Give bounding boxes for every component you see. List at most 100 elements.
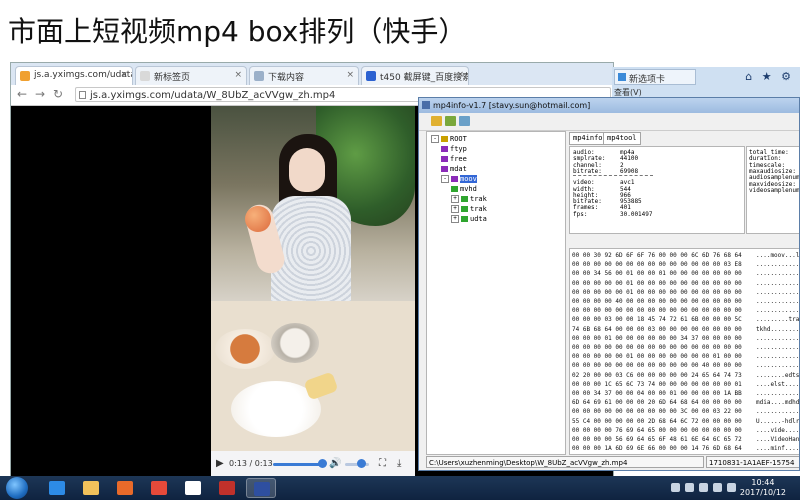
- tree-node-label: mvhd: [460, 185, 477, 193]
- hex-row: 74 6B 68 64 00 00 00 03 00 00 00 00 00 0…: [572, 325, 742, 333]
- expand-icon[interactable]: +: [451, 215, 459, 223]
- open-folder-icon[interactable]: [431, 116, 442, 126]
- box-icon: [451, 176, 458, 182]
- baidu-icon: [366, 71, 376, 81]
- tree-node[interactable]: free: [441, 155, 467, 163]
- volume-icon[interactable]: 🔊: [329, 458, 341, 469]
- close-icon[interactable]: ×: [234, 70, 242, 80]
- reload-icon[interactable]: ↻: [51, 87, 65, 101]
- video-player[interactable]: ▶ 0:13 / 0:13 🔊 ⛶ ⤓: [211, 106, 415, 476]
- hex-row: 00 00 00 00 00 00 00 00 00 00 3C 00 00 0…: [572, 408, 742, 416]
- taskbar-document-button[interactable]: [178, 478, 208, 498]
- hex-ascii: tkhd........: [756, 325, 800, 333]
- save-icon[interactable]: [445, 116, 456, 126]
- box-icon: [461, 196, 468, 202]
- tree-node-label: moov: [460, 175, 477, 183]
- ie-toolbar-icons[interactable]: ⌂ ★ ⚙: [745, 70, 794, 83]
- hex-row: 00 00 00 1A 6D 69 6E 66 00 00 00 14 76 6…: [572, 445, 742, 453]
- tab-label: 下载内容: [268, 73, 305, 83]
- calculator-icon: [219, 481, 235, 495]
- tab-mp4info[interactable]: mp4info: [569, 132, 607, 145]
- box-icon: [461, 206, 468, 212]
- tree-node-label: udta: [470, 215, 487, 223]
- person-image: [242, 134, 361, 306]
- hex-row: 00 00 00 00 76 69 64 65 00 00 00 00 00 0…: [572, 426, 742, 434]
- tree-node[interactable]: + trak: [451, 195, 487, 203]
- hex-row: 00 00 00 00 40 00 00 00 00 00 00 00 00 0…: [572, 298, 742, 305]
- collapse-icon[interactable]: -: [431, 135, 439, 143]
- fullscreen-icon[interactable]: ⛶: [379, 458, 386, 469]
- tree-node[interactable]: mvhd: [451, 185, 477, 193]
- network-icon[interactable]: [713, 483, 722, 492]
- hex-row: 00 00 34 56 00 01 00 00 01 00 00 00 00 0…: [572, 270, 742, 278]
- hex-view[interactable]: 00 00 30 92 6D 6F 6F 76 00 00 00 6C 6D 7…: [569, 248, 800, 455]
- taskbar-mp4info-button[interactable]: [246, 478, 276, 498]
- start-button[interactable]: [6, 477, 28, 499]
- hex-ascii: ............: [756, 353, 800, 361]
- flag-icon[interactable]: [685, 483, 694, 492]
- tree-node-label: mdat: [450, 165, 467, 173]
- media-player-icon: [117, 481, 133, 495]
- forward-icon[interactable]: →: [33, 87, 47, 101]
- taskbar-media-player-button[interactable]: [110, 478, 140, 498]
- info-value: 30.001497: [620, 210, 653, 218]
- browser-tab-1[interactable]: 新标签页 ×: [135, 66, 247, 85]
- tab-mp4tool[interactable]: mp4tool: [603, 132, 641, 145]
- box-tree[interactable]: - ROOT ftyp free mdat - moov mvhd + trak + trak + udt…: [426, 131, 566, 455]
- info-panel: audio: mp4a smplrate: 44100 channel: 2 bitrate…: [569, 146, 745, 234]
- tree-node[interactable]: + udta: [451, 215, 487, 223]
- tree-node[interactable]: ftyp: [441, 145, 467, 153]
- browser-tab-2[interactable]: 下载内容 ×: [249, 66, 359, 85]
- battery-icon[interactable]: [699, 483, 708, 492]
- close-icon[interactable]: ×: [346, 70, 354, 80]
- ie-tab[interactable]: 新选项卡: [614, 69, 696, 85]
- seek-handle[interactable]: [318, 459, 327, 468]
- info-panel-right: total_time: duration: timescale: maxaudiosi…: [746, 146, 800, 234]
- download-icon[interactable]: ⤓: [397, 458, 401, 469]
- close-icon[interactable]: ×: [456, 70, 464, 80]
- page-icon: [20, 71, 30, 81]
- clock[interactable]: 10:44 2017/10/12: [740, 478, 786, 498]
- volume-icon[interactable]: [727, 483, 736, 492]
- expand-icon[interactable]: +: [451, 205, 459, 213]
- app-icon: [422, 101, 430, 109]
- refresh-icon[interactable]: [459, 116, 470, 126]
- taskbar-ie-button[interactable]: [42, 478, 72, 498]
- hex-row: 00 00 34 37 00 00 04 00 00 01 00 00 00 0…: [572, 390, 742, 397]
- tree-node[interactable]: mdat: [441, 165, 467, 173]
- back-icon[interactable]: ←: [15, 87, 29, 101]
- video-controls: ▶ 0:13 / 0:13 🔊 ⛶ ⤓: [211, 451, 415, 476]
- mp4info-window: mp4info-v1.7 [stavy.sun@hotmail.com] - RO…: [418, 97, 800, 471]
- hex-row: 00 00 00 03 00 00 18 45 74 72 61 6B 00 0…: [572, 316, 742, 324]
- box-icon: [441, 156, 448, 162]
- hex-ascii: .........trak: [756, 316, 800, 324]
- status-path: C:\Users\xuzhenming\Desktop\W_8UbZ_acVVg…: [426, 456, 704, 468]
- info-key: videosamplenum:: [749, 186, 800, 194]
- close-icon[interactable]: ×: [120, 70, 128, 80]
- hex-ascii: ............: [756, 390, 800, 397]
- hex-ascii: ............: [756, 307, 800, 315]
- seek-bar[interactable]: [273, 463, 323, 466]
- hex-ascii: ............: [756, 261, 800, 269]
- taskbar-chrome-button[interactable]: [144, 478, 174, 498]
- url-text: js.a.yximgs.com/udata/W_8UbZ_acVVgw_zh.m…: [90, 90, 336, 101]
- chrome-icon: [151, 481, 167, 495]
- tree-node[interactable]: - moov: [441, 175, 477, 183]
- tree-node[interactable]: + trak: [451, 205, 487, 213]
- box-icon: [441, 136, 448, 142]
- volume-handle[interactable]: [356, 459, 366, 468]
- browser-tab-3[interactable]: t450 截屏键_百度搜索 ×: [361, 66, 469, 85]
- box-icon: [461, 216, 468, 222]
- tree-node[interactable]: - ROOT: [431, 135, 467, 143]
- play-icon[interactable]: ▶: [216, 458, 224, 469]
- taskbar-calculator-button[interactable]: [212, 478, 242, 498]
- mp4info-toolbar: [419, 113, 799, 131]
- hex-row: 00 00 00 00 56 69 64 65 6F 48 61 6E 64 6…: [572, 436, 742, 443]
- box-icon: [451, 186, 458, 192]
- expand-icon[interactable]: +: [451, 195, 459, 203]
- mp4info-icon: [254, 482, 270, 496]
- browser-tab-0[interactable]: js.a.yximgs.com/udata ×: [15, 66, 133, 85]
- collapse-icon[interactable]: -: [441, 175, 449, 183]
- taskbar-explorer-button[interactable]: [76, 478, 106, 498]
- keyboard-icon[interactable]: [671, 483, 680, 492]
